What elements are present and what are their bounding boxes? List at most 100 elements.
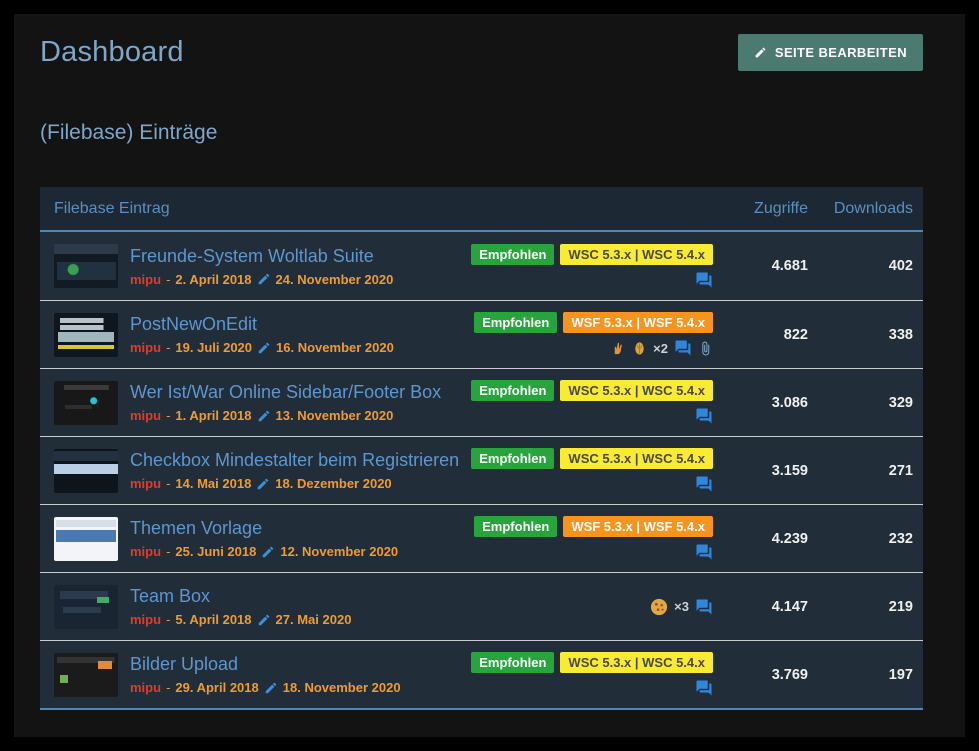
- meta-separator: -: [166, 680, 170, 695]
- entry-thumbnail[interactable]: [54, 449, 118, 493]
- author-link[interactable]: mipu: [130, 680, 161, 695]
- paperclip-icon: [698, 341, 713, 356]
- cookie-emoji: [650, 598, 668, 616]
- pencil-icon: [264, 681, 278, 695]
- created-date: 1. April 2018: [175, 408, 251, 423]
- created-date: 5. April 2018: [175, 612, 251, 627]
- downloads-count: 197: [808, 667, 913, 683]
- column-header-downloads[interactable]: Downloads: [808, 200, 913, 218]
- downloads-count: 402: [808, 258, 913, 274]
- views-count: 3.769: [713, 667, 808, 683]
- author-link[interactable]: mipu: [130, 408, 161, 423]
- version-badge: WSC 5.3.x | WSC 5.4.x: [560, 380, 713, 401]
- entry-meta: mipu - 5. April 2018 27. Mai 2020: [130, 612, 498, 627]
- column-header-entry[interactable]: Filebase Eintrag: [54, 200, 713, 218]
- comments-icon[interactable]: [695, 598, 713, 616]
- created-date: 14. Mai 2018: [175, 476, 251, 491]
- pencil-icon: [256, 477, 270, 491]
- views-count: 4.239: [713, 531, 808, 547]
- page-header: Dashboard SEITE BEARBEITEN: [40, 34, 923, 71]
- author-link[interactable]: mipu: [130, 612, 161, 627]
- pencil-icon: [257, 341, 271, 355]
- table-row: Checkbox Mindestalter beim Registrieren …: [40, 436, 923, 504]
- author-link[interactable]: mipu: [130, 340, 161, 355]
- version-badge: WSF 5.3.x | WSF 5.4.x: [563, 312, 713, 333]
- created-date: 2. April 2018: [175, 272, 251, 287]
- entry-title-link[interactable]: Wer Ist/War Online Sidebar/Footer Box: [130, 382, 498, 403]
- author-link[interactable]: mipu: [130, 544, 161, 559]
- comments-icon[interactable]: [695, 407, 713, 425]
- entry-thumbnail[interactable]: [54, 585, 118, 629]
- page-title: Dashboard: [40, 36, 184, 69]
- recommended-badge: Empfohlen: [471, 244, 554, 265]
- views-count: 4.681: [713, 258, 808, 274]
- table-row: Themen Vorlage mipu - 25. Juni 2018 12. …: [40, 504, 923, 572]
- meta-separator: -: [166, 272, 170, 287]
- downloads-count: 329: [808, 395, 913, 411]
- downloads-count: 232: [808, 531, 913, 547]
- entry-meta: mipu - 19. Juli 2020 16. November 2020: [130, 340, 498, 355]
- updated-date: 12. November 2020: [280, 544, 398, 559]
- pencil-icon: [257, 409, 271, 423]
- table-row: Wer Ist/War Online Sidebar/Footer Box mi…: [40, 368, 923, 436]
- rock-hand-emoji: [611, 341, 626, 356]
- version-badge: WSC 5.3.x | WSC 5.4.x: [560, 244, 713, 265]
- version-badge: WSC 5.3.x | WSC 5.4.x: [560, 448, 713, 469]
- table-row: Freunde-System Woltlab Suite mipu - 2. A…: [40, 232, 923, 300]
- meta-separator: -: [166, 408, 170, 423]
- dashboard-panel: Dashboard SEITE BEARBEITEN (Filebase) Ei…: [14, 14, 965, 737]
- recommended-badge: Empfohlen: [471, 380, 554, 401]
- created-date: 25. Juni 2018: [175, 544, 256, 559]
- meta-separator: -: [166, 544, 170, 559]
- downloads-count: 219: [808, 599, 913, 615]
- recommended-badge: Empfohlen: [471, 652, 554, 673]
- comments-icon[interactable]: [695, 271, 713, 289]
- table-row: Bilder Upload mipu - 29. April 2018 18. …: [40, 640, 923, 708]
- views-count: 822: [713, 327, 808, 343]
- column-header-views[interactable]: Zugriffe: [713, 200, 808, 218]
- views-count: 3.086: [713, 395, 808, 411]
- updated-date: 27. Mai 2020: [276, 612, 352, 627]
- pencil-icon: [261, 545, 275, 559]
- entry-thumbnail[interactable]: [54, 517, 118, 561]
- comments-icon[interactable]: [674, 339, 692, 357]
- views-count: 3.159: [713, 463, 808, 479]
- pencil-icon: [257, 613, 271, 627]
- entry-thumbnail[interactable]: [54, 244, 118, 288]
- version-badge: WSF 5.3.x | WSF 5.4.x: [563, 516, 713, 537]
- comments-icon[interactable]: [695, 679, 713, 697]
- pencil-icon: [754, 46, 767, 59]
- entry-thumbnail[interactable]: [54, 381, 118, 425]
- meta-separator: -: [166, 612, 170, 627]
- comments-icon[interactable]: [695, 543, 713, 561]
- reactions-count: ×3: [674, 599, 689, 614]
- author-link[interactable]: mipu: [130, 476, 161, 491]
- reactions-count: ×2: [653, 341, 668, 356]
- author-link[interactable]: mipu: [130, 272, 161, 287]
- updated-date: 18. November 2020: [283, 680, 401, 695]
- edit-page-button[interactable]: SEITE BEARBEITEN: [738, 34, 923, 71]
- entry-title-link[interactable]: Bilder Upload: [130, 654, 498, 675]
- comments-icon[interactable]: [695, 475, 713, 493]
- entry-title-link[interactable]: Checkbox Mindestalter beim Registrieren: [130, 450, 498, 471]
- entry-thumbnail[interactable]: [54, 313, 118, 357]
- recommended-badge: Empfohlen: [474, 312, 557, 333]
- created-date: 19. Juli 2020: [175, 340, 252, 355]
- entry-title-link[interactable]: Themen Vorlage: [130, 518, 498, 539]
- entry-meta: mipu - 29. April 2018 18. November 2020: [130, 680, 498, 695]
- entry-title-link[interactable]: PostNewOnEdit: [130, 314, 498, 335]
- entry-meta: mipu - 25. Juni 2018 12. November 2020: [130, 544, 498, 559]
- edit-page-button-label: SEITE BEARBEITEN: [775, 45, 907, 60]
- entry-meta: mipu - 2. April 2018 24. November 2020: [130, 272, 498, 287]
- entry-title-link[interactable]: Freunde-System Woltlab Suite: [130, 246, 498, 267]
- downloads-count: 271: [808, 463, 913, 479]
- entry-title-link[interactable]: Team Box: [130, 586, 498, 607]
- entry-meta: mipu - 1. April 2018 13. November 2020: [130, 408, 498, 423]
- updated-date: 16. November 2020: [276, 340, 394, 355]
- filebase-table: Filebase Eintrag Zugriffe Downloads Freu…: [40, 187, 923, 710]
- updated-date: 24. November 2020: [276, 272, 394, 287]
- entry-thumbnail[interactable]: [54, 653, 118, 697]
- downloads-count: 338: [808, 327, 913, 343]
- folded-hands-emoji: [632, 341, 647, 356]
- created-date: 29. April 2018: [175, 680, 258, 695]
